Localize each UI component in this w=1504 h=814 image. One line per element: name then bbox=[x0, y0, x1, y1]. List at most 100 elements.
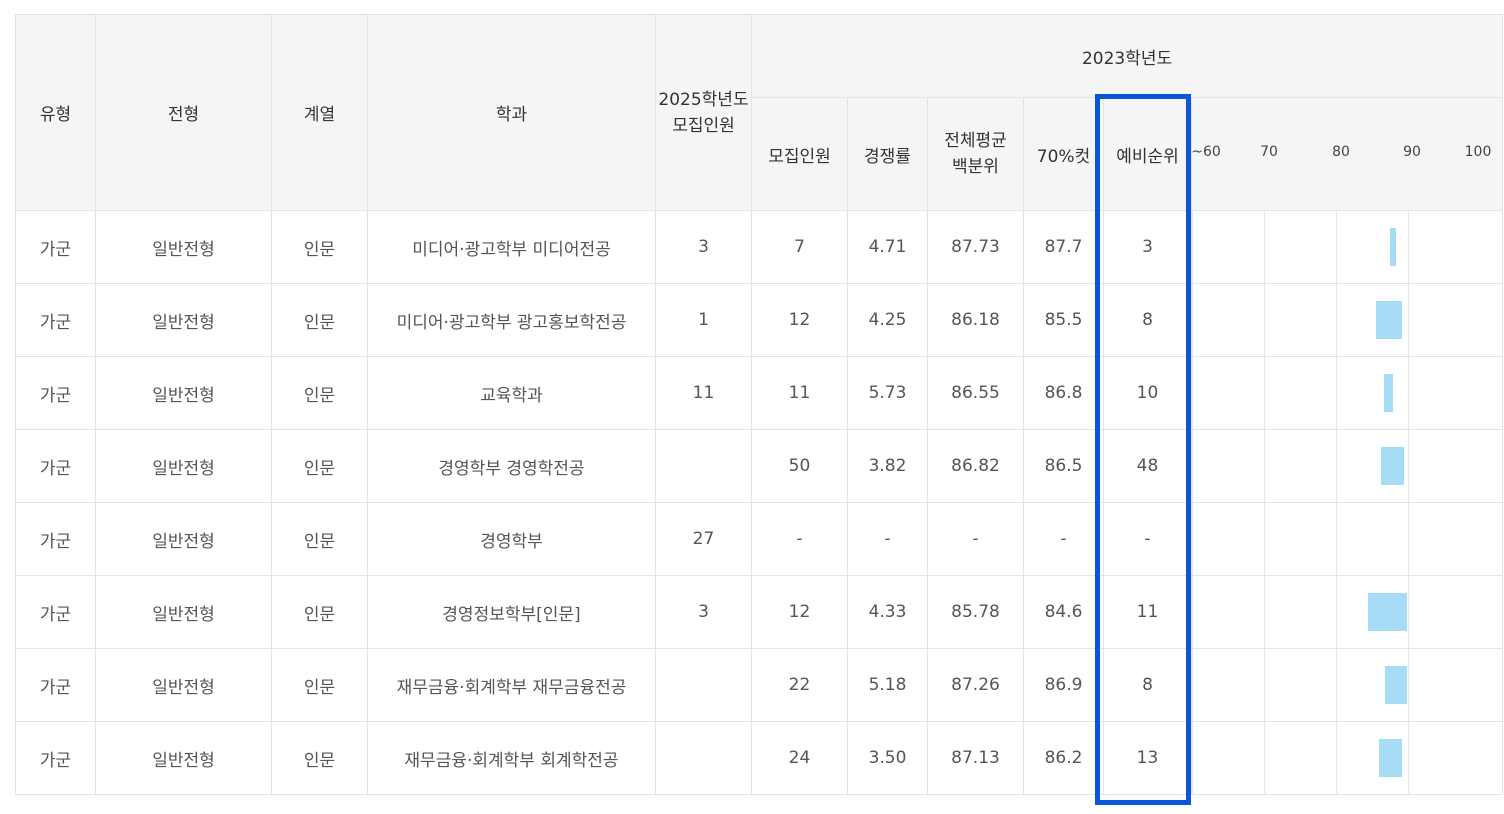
score-range-bar bbox=[1379, 739, 1403, 777]
table-row: 가군 일반전형 인문 미디어·광고학부 미디어전공 3 7 4.71 87.73 87.7 3 bbox=[15, 210, 1504, 284]
header-year-2023: 2023학년도 bbox=[750, 14, 1504, 98]
track-cell: 인문 bbox=[271, 721, 368, 795]
average-cell: 85.78 bbox=[927, 575, 1024, 649]
average-cell: 86.18 bbox=[927, 283, 1024, 357]
quota-2025-cell: 3 bbox=[655, 575, 752, 649]
score-range-chart-cell bbox=[1190, 356, 1504, 430]
admission-cell: 일반전형 bbox=[95, 502, 272, 576]
score-range-chart-cell bbox=[1190, 648, 1504, 722]
admission-cell: 일반전형 bbox=[95, 721, 272, 795]
chart-gridline bbox=[1264, 503, 1265, 575]
chart-gridline bbox=[1408, 430, 1409, 502]
header-average-line1: 전체평균 bbox=[944, 131, 1007, 151]
header-quota: 모집인원 bbox=[751, 97, 848, 211]
quota-cell: 7 bbox=[751, 210, 848, 284]
header-quota-2025-label: 모집인원 bbox=[672, 115, 735, 136]
chart-gridline bbox=[1336, 503, 1337, 575]
quota-cell: 24 bbox=[751, 721, 848, 795]
header-type: 유형 bbox=[15, 14, 96, 211]
average-cell: 87.26 bbox=[927, 648, 1024, 722]
chart-gridline bbox=[1264, 284, 1265, 356]
table-row: 가군 일반전형 인문 재무금융·회계학부 재무금융전공 22 5.18 87.26 86.9 8 bbox=[15, 648, 1504, 722]
quota-cell: - bbox=[751, 502, 848, 576]
quota-2025-cell: 27 bbox=[655, 502, 752, 576]
average-cell: 87.13 bbox=[927, 721, 1024, 795]
waitlist-cell: 3 bbox=[1103, 210, 1192, 284]
type-cell: 가군 bbox=[15, 502, 96, 576]
admission-cell: 일반전형 bbox=[95, 356, 272, 430]
ratio-cell: 3.82 bbox=[847, 429, 928, 503]
department-cell: 미디어·광고학부 광고홍보학전공 bbox=[367, 283, 656, 357]
chart-gridline bbox=[1336, 284, 1337, 356]
quota-2025-cell bbox=[655, 429, 752, 503]
quota-cell: 12 bbox=[751, 575, 848, 649]
waitlist-cell: 11 bbox=[1103, 575, 1192, 649]
type-cell: 가군 bbox=[15, 429, 96, 503]
ratio-cell: 5.18 bbox=[847, 648, 928, 722]
track-cell: 인문 bbox=[271, 283, 368, 357]
header-ratio: 경쟁률 bbox=[847, 97, 928, 211]
average-cell: 87.73 bbox=[927, 210, 1024, 284]
chart-gridline bbox=[1264, 211, 1265, 283]
chart-gridline bbox=[1336, 430, 1337, 502]
scale-label: 100 bbox=[1464, 144, 1492, 160]
chart-gridline bbox=[1264, 576, 1265, 648]
type-cell: 가군 bbox=[15, 648, 96, 722]
track-cell: 인문 bbox=[271, 210, 368, 284]
type-cell: 가군 bbox=[15, 210, 96, 284]
waitlist-cell: - bbox=[1103, 502, 1192, 576]
waitlist-cell: 8 bbox=[1103, 648, 1192, 722]
track-cell: 인문 bbox=[271, 429, 368, 503]
scale-label: 80 bbox=[1332, 144, 1350, 160]
chart-gridline bbox=[1192, 430, 1193, 502]
score-range-chart-cell bbox=[1190, 721, 1504, 795]
chart-gridline bbox=[1408, 649, 1409, 721]
header-score-scale: ~60 70 80 90 100 bbox=[1190, 97, 1504, 211]
ratio-cell: 3.50 bbox=[847, 721, 928, 795]
department-cell: 재무금융·회계학부 재무금융전공 bbox=[367, 648, 656, 722]
average-cell: 86.82 bbox=[927, 429, 1024, 503]
table-body: 가군 일반전형 인문 미디어·광고학부 미디어전공 3 7 4.71 87.73 87.7 3 가군… bbox=[15, 210, 1504, 795]
average-cell: 86.55 bbox=[927, 356, 1024, 430]
cut-70-cell: 86.8 bbox=[1023, 356, 1104, 430]
chart-gridline bbox=[1408, 357, 1409, 429]
quota-cell: 50 bbox=[751, 429, 848, 503]
chart-gridline bbox=[1336, 722, 1337, 794]
waitlist-cell: 10 bbox=[1103, 356, 1192, 430]
chart-gridline bbox=[1192, 722, 1193, 794]
score-range-bar bbox=[1381, 447, 1405, 485]
table-row: 가군 일반전형 인문 경영학부 27- - - - - bbox=[15, 502, 1504, 576]
chart-gridline bbox=[1264, 430, 1265, 502]
department-cell: 경영학부 경영학전공 bbox=[367, 429, 656, 503]
track-cell: 인문 bbox=[271, 575, 368, 649]
header-quota-2025-year: 2025학년도 bbox=[658, 89, 749, 110]
chart-gridline bbox=[1264, 722, 1265, 794]
chart-gridline bbox=[1192, 357, 1193, 429]
admission-cell: 일반전형 bbox=[95, 210, 272, 284]
score-range-bar bbox=[1390, 228, 1396, 266]
ratio-cell: 4.71 bbox=[847, 210, 928, 284]
chart-gridline bbox=[1192, 211, 1193, 283]
cut-70-cell: 84.6 bbox=[1023, 575, 1104, 649]
track-cell: 인문 bbox=[271, 648, 368, 722]
header-average-percentile: 전체평균 백분위 bbox=[927, 97, 1024, 211]
chart-gridline bbox=[1408, 284, 1409, 356]
cut-70-cell: 86.9 bbox=[1023, 648, 1104, 722]
admission-cell: 일반전형 bbox=[95, 648, 272, 722]
quota-2025-cell: 3 bbox=[655, 210, 752, 284]
admission-results-table: 유형 전형 계열 학과 2025학년도 모집인원 2023학년도 모집인원 경쟁… bbox=[15, 14, 1504, 795]
quota-2025-cell: 11 bbox=[655, 356, 752, 430]
score-range-chart-cell bbox=[1190, 283, 1504, 357]
table-row: 가군 일반전형 인문 재무금융·회계학부 회계학전공 24 3.50 87.13 86.2 13 bbox=[15, 721, 1504, 795]
header-admission: 전형 bbox=[95, 14, 272, 211]
header-waitlist: 예비순위 bbox=[1103, 97, 1192, 211]
chart-gridline bbox=[1408, 576, 1409, 648]
ratio-cell: 4.33 bbox=[847, 575, 928, 649]
header-quota-2025: 2025학년도 모집인원 bbox=[655, 14, 752, 211]
chart-gridline bbox=[1408, 211, 1409, 283]
header-average-line2: 백분위 bbox=[952, 157, 999, 177]
chart-gridline bbox=[1192, 576, 1193, 648]
cut-70-cell: 87.7 bbox=[1023, 210, 1104, 284]
waitlist-cell: 8 bbox=[1103, 283, 1192, 357]
header-department: 학과 bbox=[367, 14, 656, 211]
